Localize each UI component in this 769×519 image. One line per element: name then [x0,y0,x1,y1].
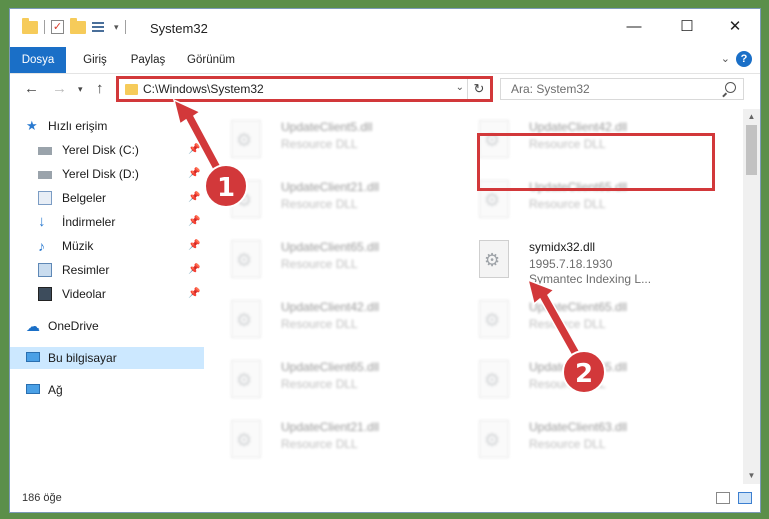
annotation-arrows [172,98,582,357]
step-marker-1: 1 [204,164,248,208]
step-marker-2: 2 [562,350,606,394]
arrow-2 [526,278,582,357]
arrow-1 [172,98,224,173]
